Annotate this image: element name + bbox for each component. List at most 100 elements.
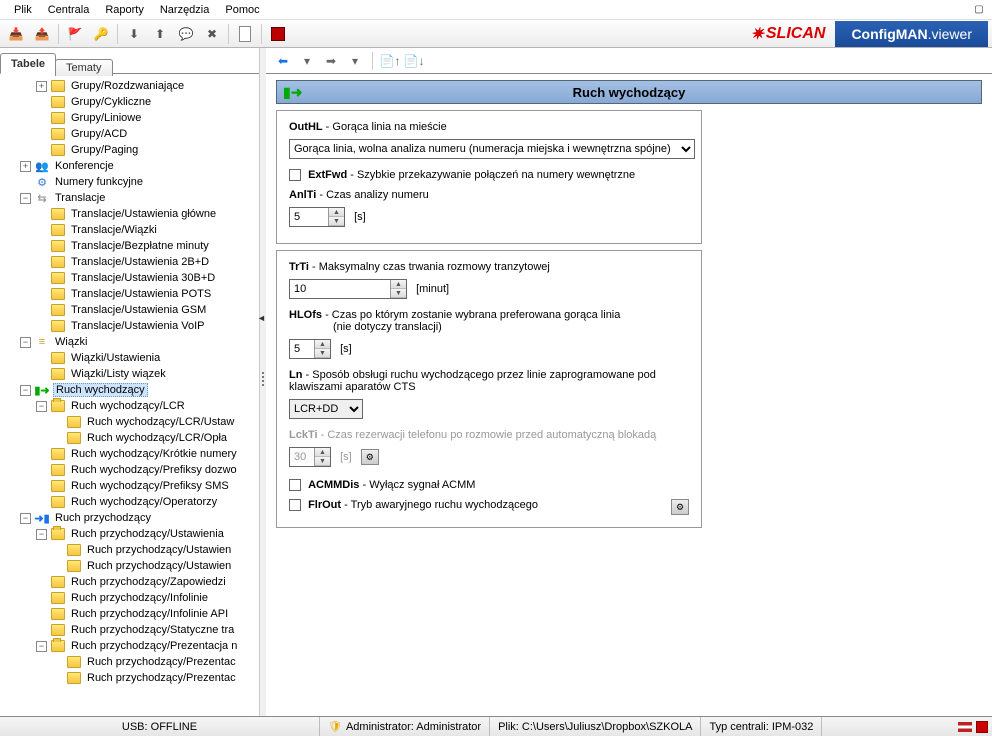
tool-db-down[interactable]: ⬇: [122, 23, 146, 45]
nav-fwd-menu[interactable]: ▾: [344, 51, 366, 71]
acmm-checkbox[interactable]: [289, 479, 301, 491]
tree-item[interactable]: Ruch przychodzący/Prezentac: [2, 654, 259, 670]
tree-item[interactable]: Translacje/Ustawienia główne: [2, 206, 259, 222]
tree-label: Ruch wychodzący: [53, 383, 148, 397]
tool-db-up[interactable]: ⬆: [148, 23, 172, 45]
tree-item[interactable]: −≡Wiązki: [2, 334, 259, 350]
tab-tabele[interactable]: Tabele: [0, 53, 56, 74]
ln-label: Ln: [289, 369, 302, 381]
lckti-config-icon[interactable]: ⚙: [361, 449, 379, 465]
nav-back[interactable]: ⬅: [272, 51, 294, 71]
acmm-desc: - Wyłącz sygnał ACMM: [362, 479, 475, 491]
tree-toggle-icon[interactable]: −: [20, 337, 31, 348]
extfwd-checkbox[interactable]: [289, 169, 301, 181]
tool-1[interactable]: 📥: [4, 23, 28, 45]
tree-item[interactable]: Translacje/Bezpłatne minuty: [2, 238, 259, 254]
tree-item[interactable]: Translacje/Ustawienia 2B+D: [2, 254, 259, 270]
tree-item[interactable]: Ruch wychodzący/Prefiksy SMS: [2, 478, 259, 494]
ln-select[interactable]: LCR+DD: [289, 399, 363, 419]
nav-toolbar: ⬅ ▾ ➡ ▾ 📄↑ 📄↓: [266, 48, 992, 74]
tree-toggle-icon[interactable]: +: [20, 161, 31, 172]
trti-input[interactable]: ▲▼: [289, 279, 407, 299]
nav-back-menu[interactable]: ▾: [296, 51, 318, 71]
window-maximize[interactable]: ▢: [966, 0, 992, 18]
nav-fwd[interactable]: ➡: [320, 51, 342, 71]
tree-item[interactable]: −▮➜Ruch wychodzący: [2, 382, 259, 398]
trti-desc: - Maksymalny czas trwania rozmowy tranzy…: [312, 261, 550, 273]
tree-item[interactable]: Ruch przychodzący/Ustawien: [2, 558, 259, 574]
tree-item[interactable]: Translacje/Wiązki: [2, 222, 259, 238]
tree-toggle-icon[interactable]: −: [36, 641, 47, 652]
tree-item[interactable]: Grupy/Liniowe: [2, 110, 259, 126]
tree-item[interactable]: Ruch przychodzący/Prezentac: [2, 670, 259, 686]
menu-plik[interactable]: Plik: [6, 2, 40, 18]
tree-item[interactable]: Translacje/Ustawienia VoIP: [2, 318, 259, 334]
tree-item[interactable]: Ruch wychodzący/Krótkie numery: [2, 446, 259, 462]
tree-toggle-icon[interactable]: −: [20, 513, 31, 524]
form-panel-1: OutHL - Gorąca linia na mieście Gorąca l…: [276, 110, 702, 244]
anlti-input[interactable]: ▲▼: [289, 207, 345, 227]
menu-pomoc[interactable]: Pomoc: [217, 2, 267, 18]
tree-toggle-icon[interactable]: −: [20, 385, 31, 396]
tree-item[interactable]: Wiązki/Ustawienia: [2, 350, 259, 366]
status-usb: USB: OFFLINE: [0, 717, 320, 736]
record-icon[interactable]: [976, 721, 988, 733]
menu-raporty[interactable]: Raporty: [97, 2, 152, 18]
tool-2[interactable]: 📤: [30, 23, 54, 45]
nav-up[interactable]: 📄↑: [379, 51, 401, 71]
outhl-select[interactable]: Gorąca linia, wolna analiza numeru (nume…: [289, 139, 695, 159]
tree-item[interactable]: −➜▮Ruch przychodzący: [2, 510, 259, 526]
tree-item[interactable]: Wiązki/Listy wiązek: [2, 366, 259, 382]
tree-item[interactable]: +👥Konferencje: [2, 158, 259, 174]
tree-item[interactable]: ⚙Numery funkcyjne: [2, 174, 259, 190]
tool-flag[interactable]: 🚩: [63, 23, 87, 45]
hlofs-label: HLOfs: [289, 309, 322, 321]
hlofs-input[interactable]: ▲▼: [289, 339, 331, 359]
flag-icon[interactable]: [958, 722, 972, 732]
tree-item[interactable]: Translacje/Ustawienia 30B+D: [2, 270, 259, 286]
tree-item[interactable]: Translacje/Ustawienia POTS: [2, 286, 259, 302]
tree-item[interactable]: −⇆Translacje: [2, 190, 259, 206]
tree-toggle-icon[interactable]: +: [36, 81, 47, 92]
tree-item[interactable]: Ruch przychodzący/Zapowiedzi: [2, 574, 259, 590]
tree-item[interactable]: Ruch przychodzący/Infolinie API: [2, 606, 259, 622]
out-arrow-icon: ▮➜: [283, 84, 302, 101]
tree-item[interactable]: Ruch przychodzący/Statyczne tra: [2, 622, 259, 638]
tree-item[interactable]: − Ruch wychodzący/LCR: [2, 398, 259, 414]
tool-doc[interactable]: [233, 23, 257, 45]
tree-item[interactable]: Grupy/ACD: [2, 126, 259, 142]
tree-label: Ruch przychodzący/Prezentac: [85, 672, 238, 684]
tree-label: Ruch wychodzący/Operatorzy: [69, 496, 219, 508]
tree-toggle-icon[interactable]: −: [36, 529, 47, 540]
menu-centrala[interactable]: Centrala: [40, 2, 98, 18]
tree-item[interactable]: −Ruch przychodzący/Ustawienia: [2, 526, 259, 542]
trti-label: TrTi: [289, 261, 309, 273]
tree-item[interactable]: Ruch wychodzący/LCR/Opła: [2, 430, 259, 446]
tree-label: Translacje/Ustawienia 2B+D: [69, 256, 211, 268]
tree-item[interactable]: Ruch przychodzący/Infolinie: [2, 590, 259, 606]
tool-x[interactable]: ✖: [200, 23, 224, 45]
anlti-desc: - Czas analizy numeru: [319, 189, 428, 201]
tree-item[interactable]: Grupy/Paging: [2, 142, 259, 158]
shield-icon: 🛡: [328, 720, 342, 733]
tree-item[interactable]: Ruch przychodzący/Ustawien: [2, 542, 259, 558]
tree-toggle-icon[interactable]: −: [20, 193, 31, 204]
tool-key[interactable]: 🔑: [89, 23, 113, 45]
tree-item[interactable]: Ruch wychodzący/LCR/Ustaw: [2, 414, 259, 430]
tree-toggle-icon[interactable]: −: [36, 401, 47, 412]
hlofs-desc2: (nie dotyczy translacji): [333, 321, 442, 333]
tree-item[interactable]: Grupy/Cykliczne: [2, 94, 259, 110]
flrout-config-icon[interactable]: ⚙: [671, 499, 689, 515]
tree-item[interactable]: −Ruch przychodzący/Prezentacja n: [2, 638, 259, 654]
tree-item[interactable]: +Grupy/Rozdzwaniające: [2, 78, 259, 94]
nav-tree[interactable]: +Grupy/RozdzwaniająceGrupy/CykliczneGrup…: [0, 74, 259, 716]
tree-item[interactable]: Translacje/Ustawienia GSM: [2, 302, 259, 318]
menu-narzedzia[interactable]: Narzędzia: [152, 2, 218, 18]
tree-label: Ruch wychodzący/LCR: [69, 400, 187, 412]
flrout-checkbox[interactable]: [289, 499, 301, 511]
tree-item[interactable]: Ruch wychodzący/Prefiksy dozwo: [2, 462, 259, 478]
tool-chat[interactable]: 💬: [174, 23, 198, 45]
nav-down[interactable]: 📄↓: [403, 51, 425, 71]
tool-stop[interactable]: [266, 23, 290, 45]
tree-item[interactable]: Ruch wychodzący/Operatorzy: [2, 494, 259, 510]
